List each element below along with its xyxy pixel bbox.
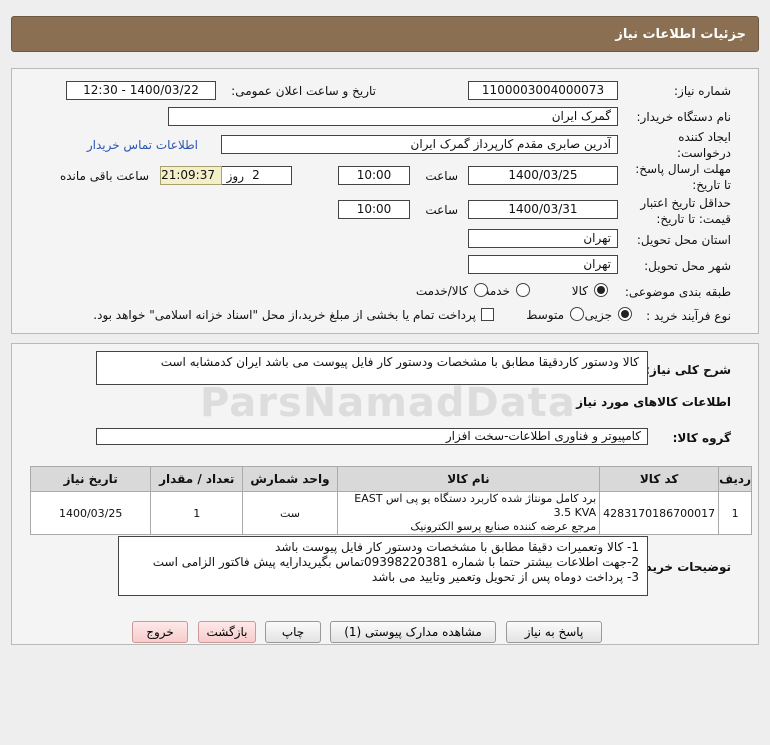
buyer-field: گمرک ایران xyxy=(168,107,618,126)
back-button[interactable]: بازگشت xyxy=(198,621,256,643)
announce-field: 1400/03/22 - 12:30 xyxy=(66,81,216,100)
validity-time-label: ساعت xyxy=(425,203,458,217)
goods-group-field: کامپیوتر و فناوری اطلاعات-سخت افزار xyxy=(96,428,648,445)
creator-field: آدرین صابری مقدم کارپرداز گمرک ایران xyxy=(221,135,618,154)
province-label: استان محل تحویل: xyxy=(636,233,731,247)
summary-label: شرح کلی نیاز: xyxy=(645,363,731,377)
cell-qty: 1 xyxy=(150,491,244,535)
process-medium-label: متوسط xyxy=(526,308,564,322)
province-field: تهران xyxy=(468,229,618,248)
process-minor-label: جزیی xyxy=(584,308,612,322)
validity-date-field: 1400/03/31 xyxy=(468,200,618,219)
need-details-panel: شرح کلی نیاز: کالا ودستور کاردقیقا مطابق… xyxy=(11,343,759,645)
col-qty: تعداد / مقدار xyxy=(150,466,244,492)
category-service-radio[interactable] xyxy=(516,283,530,297)
buyer-note-2: 2-جهت اطلاعات بیشتر حتما با شماره 093982… xyxy=(152,555,639,569)
cell-row: 1 xyxy=(718,491,752,535)
goods-table: ردیف کد کالا نام کالا واحد شمارش تعداد /… xyxy=(29,466,752,535)
validity-label-1: حداقل تاریخ اعتبار xyxy=(640,196,731,210)
process-medium-radio[interactable] xyxy=(570,307,584,321)
buyer-label: نام دستگاه خریدار: xyxy=(636,110,732,124)
validity-time-field: 10:00 xyxy=(338,200,410,219)
summary-box: کالا ودستور کاردقیقا مطابق با مشخصات ودس… xyxy=(96,351,648,385)
buyer-note-3: 3- پرداخت دوماه پس از تحویل وتعمیر وتایی… xyxy=(371,570,639,584)
creator-label-1: ایجاد کننده xyxy=(678,130,731,144)
page-title-bar: جزئیات اطلاعات نیاز xyxy=(11,16,759,52)
print-button[interactable]: چاپ xyxy=(265,621,321,643)
process-label: نوع فرآیند خرید : xyxy=(646,309,731,323)
category-both-radio[interactable] xyxy=(474,283,488,297)
page-title: جزئیات اطلاعات نیاز xyxy=(615,27,746,42)
need-info-panel: شماره نیاز: 1100003004000073 تاریخ و ساع… xyxy=(11,68,759,334)
col-unit: واحد شمارش xyxy=(242,466,338,492)
cell-code: 4283170186700017 xyxy=(599,491,720,535)
treasury-payment-note: پرداخت تمام یا بخشی از مبلغ خرید،از محل … xyxy=(93,308,476,322)
goods-table-header: ردیف کد کالا نام کالا واحد شمارش تعداد /… xyxy=(29,466,752,492)
deadline-time-label: ساعت xyxy=(425,169,458,183)
cell-date: 1400/03/25 xyxy=(29,491,152,535)
countdown-timer: 21:09:37 xyxy=(160,166,222,185)
need-number-field: 1100003004000073 xyxy=(468,81,618,100)
treasury-payment-checkbox[interactable] xyxy=(481,308,494,321)
exit-button[interactable]: خروج xyxy=(132,621,188,643)
category-label: طبقه بندی موضوعی: xyxy=(624,285,731,299)
cell-unit: ست xyxy=(242,491,338,535)
buyer-note-1: 1- کالا وتعمیرات دقیقا مطابق با مشخصات و… xyxy=(275,540,639,554)
category-both-label: کالا/خدمت xyxy=(415,284,468,298)
deadline-label-1: مهلت ارسال پاسخ: xyxy=(635,162,731,176)
cell-name: برد کامل مونتاژ شده کاربرد دستگاه یو پی … xyxy=(336,491,601,535)
table-row: 1 4283170186700017 برد کامل مونتاژ شده ک… xyxy=(29,491,752,535)
deadline-date-field: 1400/03/25 xyxy=(468,166,618,185)
deadline-label-2: تا تاریخ: xyxy=(692,178,731,192)
remaining-label: ساعت باقی مانده xyxy=(59,169,149,183)
validity-label-2: قیمت: تا تاریخ: xyxy=(656,212,731,226)
col-date: تاریخ نیاز xyxy=(29,466,152,492)
category-goods-radio[interactable] xyxy=(594,283,608,297)
goods-group-label: گروه کالا: xyxy=(672,431,731,445)
creator-label-2: درخواست: xyxy=(677,146,731,160)
process-minor-radio[interactable] xyxy=(618,307,632,321)
goods-info-title: اطلاعات کالاهای مورد نیاز xyxy=(576,395,731,409)
need-number-label: شماره نیاز: xyxy=(674,84,731,98)
col-row: ردیف xyxy=(718,466,752,492)
cell-name-line1: برد کامل مونتاژ شده کاربرد دستگاه یو پی … xyxy=(354,492,597,519)
cell-name-line2: مرجع عرضه کننده صنایع پرسو الکترونیک xyxy=(410,520,597,533)
buyer-contact-link[interactable]: اطلاعات تماس خریدار xyxy=(87,138,198,152)
col-code: کد کالا xyxy=(599,466,720,492)
view-attachments-button[interactable]: مشاهده مدارک پیوستی (1) xyxy=(330,621,496,643)
category-goods-label: کالا xyxy=(571,284,588,298)
announce-label: تاریخ و ساعت اعلان عمومی: xyxy=(231,84,376,98)
city-label: شهر محل تحویل: xyxy=(644,259,731,273)
buyer-notes-box: 1- کالا وتعمیرات دقیقا مطابق با مشخصات و… xyxy=(118,536,648,596)
reply-button[interactable]: پاسخ به نیاز xyxy=(506,621,602,643)
deadline-time-field: 10:00 xyxy=(338,166,410,185)
city-field: تهران xyxy=(468,255,618,274)
col-name: نام کالا xyxy=(336,466,601,492)
